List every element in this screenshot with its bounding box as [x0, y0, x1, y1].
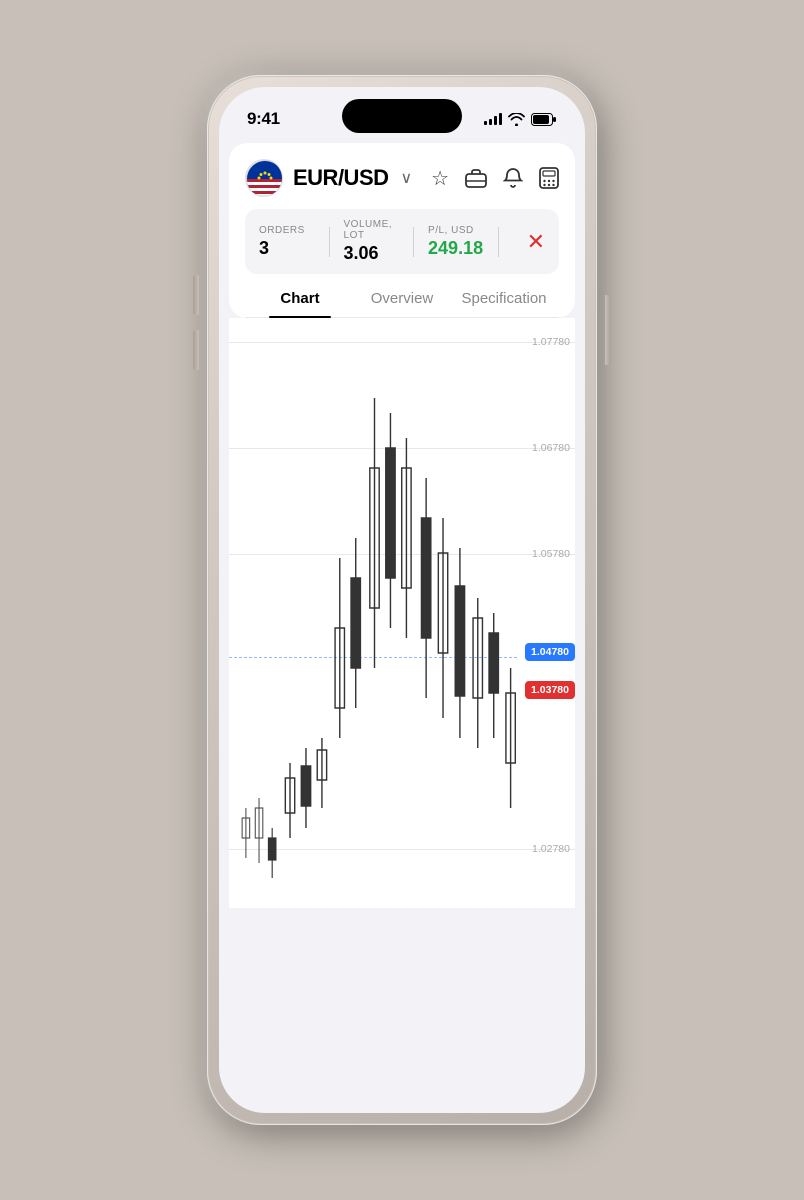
volume-value: 3.06: [344, 243, 400, 264]
phone-frame: 9:41: [207, 75, 597, 1125]
status-icons: [484, 113, 557, 126]
stat-divider-3: [498, 227, 499, 257]
pl-label: P/L, USD: [428, 225, 484, 236]
signal-bar-4: [499, 113, 502, 125]
tab-overview[interactable]: Overview: [351, 278, 453, 317]
pl-stat: P/L, USD 249.18: [428, 225, 484, 259]
volume-stat: VOLUME, LOT 3.06: [344, 219, 400, 264]
currency-info[interactable]: EUR/USD ∨: [245, 159, 412, 197]
currency-pair-label: EUR/USD: [293, 165, 389, 191]
stat-divider-2: [413, 227, 414, 257]
pl-value: 249.18: [428, 238, 484, 259]
signal-bar-1: [484, 121, 487, 125]
star-icon[interactable]: ☆: [431, 166, 449, 191]
chart-area[interactable]: 1.07780 1.06780 1.05780 1.04780 1.03780: [229, 318, 575, 908]
tab-chart[interactable]: Chart: [249, 278, 351, 317]
phone-screen: 9:41: [219, 87, 585, 1113]
orders-stat: ORDERS 3: [259, 225, 315, 259]
header-actions: ☆: [431, 166, 559, 191]
signal-bars-icon: [484, 113, 502, 125]
tab-specification[interactable]: Specification: [453, 278, 555, 317]
sell-level-label: 1.03780: [525, 681, 575, 699]
orders-label: ORDERS: [259, 225, 315, 236]
signal-bar-2: [489, 119, 492, 125]
phone-device: 9:41: [207, 75, 597, 1125]
currency-flag: [245, 159, 283, 197]
price-label-106780: 1.06780: [532, 442, 570, 454]
close-icon: ✕: [527, 229, 545, 254]
power-button[interactable]: [605, 295, 611, 365]
volume-down-button[interactable]: [193, 330, 199, 370]
stat-divider-1: [329, 227, 330, 257]
dynamic-island: [342, 99, 462, 133]
price-label-102780: 1.02780: [532, 843, 570, 855]
price-label-107780: 1.07780: [532, 336, 570, 348]
battery-icon: [531, 113, 557, 126]
currency-header: EUR/USD ∨ ☆: [245, 143, 559, 209]
calculator-icon[interactable]: [539, 167, 559, 189]
wifi-icon: [508, 113, 525, 126]
dropdown-arrow-icon[interactable]: ∨: [401, 168, 413, 188]
tabs-bar: Chart Overview Specification: [245, 278, 559, 318]
close-positions-button[interactable]: ✕: [513, 229, 545, 255]
volume-up-button[interactable]: [193, 275, 199, 315]
status-time: 9:41: [247, 109, 280, 129]
briefcase-icon[interactable]: [465, 168, 487, 188]
price-label-105780: 1.05780: [532, 548, 570, 560]
orders-value: 3: [259, 238, 315, 259]
bell-icon[interactable]: [503, 167, 523, 189]
candlestick-chart: [229, 318, 520, 908]
signal-bar-3: [494, 116, 497, 125]
volume-label: VOLUME, LOT: [344, 219, 400, 241]
buy-level-label: 1.04780: [525, 643, 575, 661]
stats-bar: ORDERS 3 VOLUME, LOT 3.06 P/L, USD 249.1…: [245, 209, 559, 274]
